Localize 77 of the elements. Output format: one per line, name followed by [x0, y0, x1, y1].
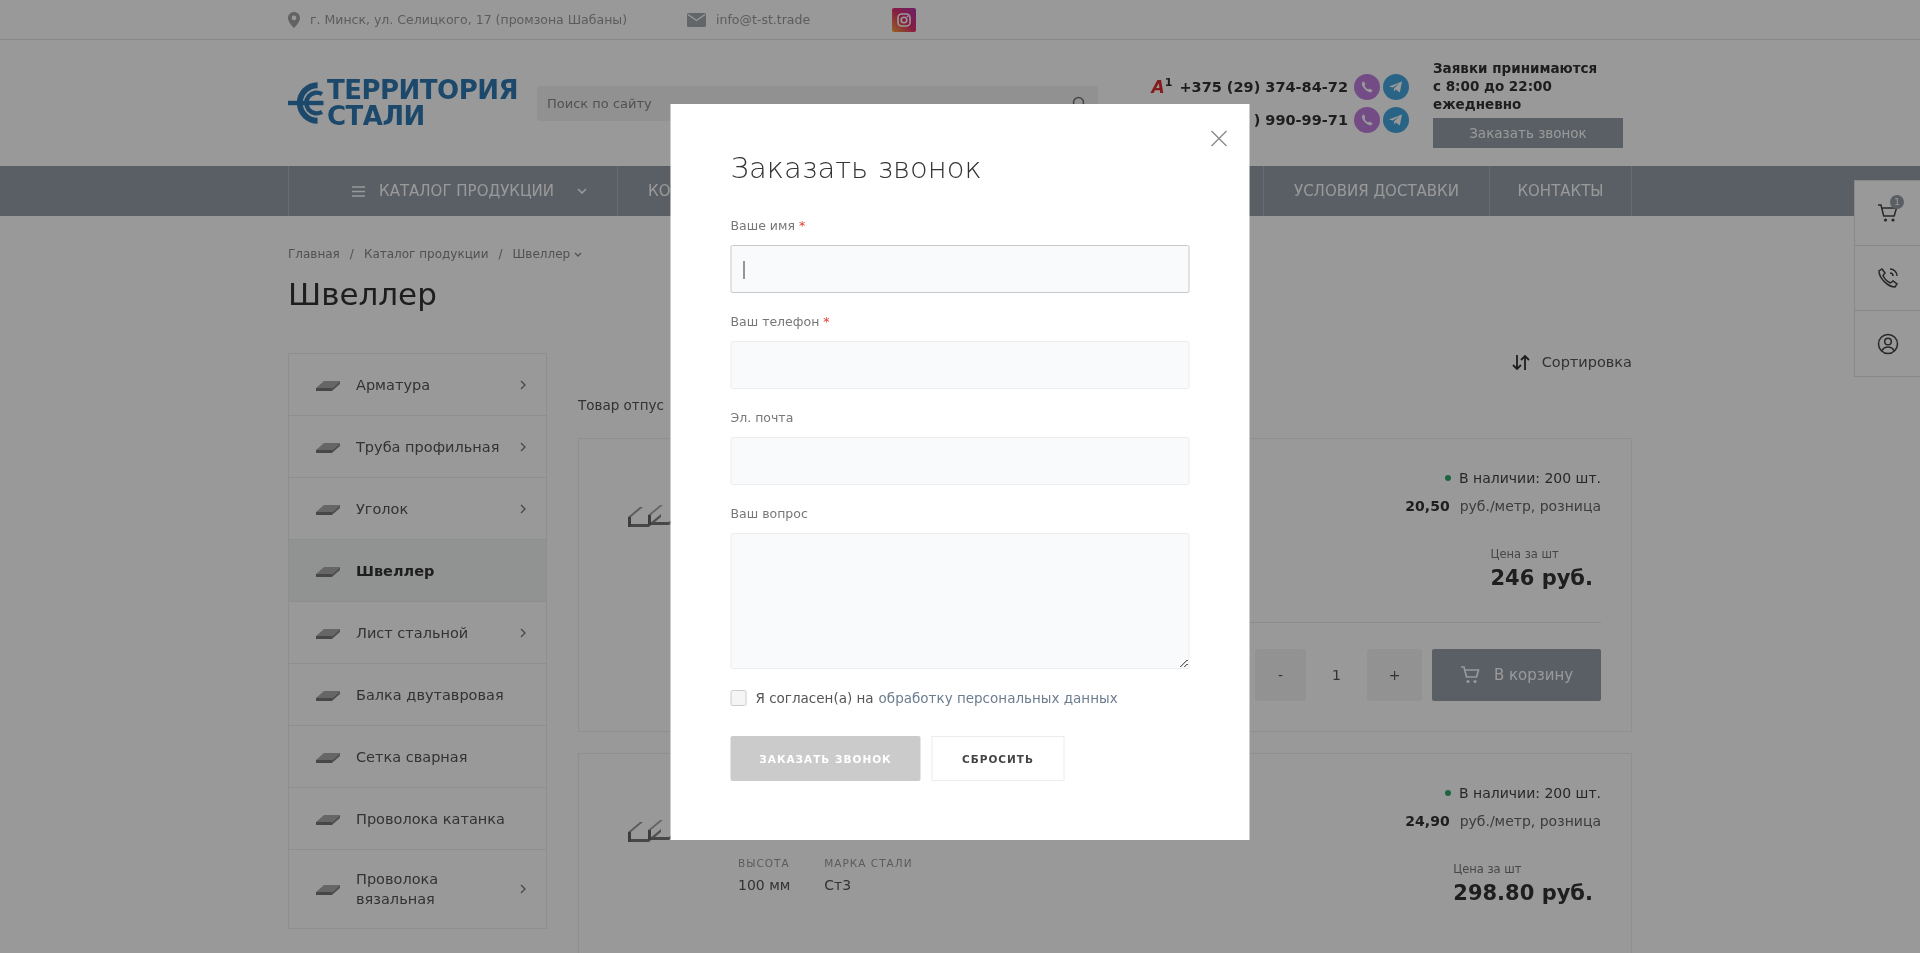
- required-mark: *: [823, 313, 830, 331]
- price-label: Цена за шт: [1490, 546, 1560, 562]
- chevron-down-icon: [577, 188, 587, 194]
- quantity-value[interactable]: 1: [1306, 667, 1367, 683]
- menu-icon: [352, 185, 365, 197]
- site-logo[interactable]: ТЕРРИТОРИЯ СТАЛИ: [288, 75, 518, 131]
- close-icon[interactable]: [1210, 130, 1228, 147]
- stock-text: В наличии: 200 шт.: [1458, 785, 1601, 801]
- category-item[interactable]: Лист стальной: [289, 602, 546, 664]
- cart-icon: [1876, 203, 1899, 223]
- field-label: Эл. почта: [730, 409, 794, 427]
- address-text: г. Минск, ул. Селицкого, 17 (промзона Шабаны): [310, 12, 628, 27]
- add-to-cart-button[interactable]: В корзину: [1432, 649, 1601, 701]
- category-item[interactable]: Балка двутавровая: [289, 664, 546, 726]
- nav-link[interactable]: УСЛОВИЯ ДОСТАВКИ: [1264, 166, 1490, 216]
- decrease-button[interactable]: -: [1255, 649, 1306, 701]
- spec-label: ВЫСОТА: [738, 857, 791, 869]
- viber-icon[interactable]: [1354, 106, 1380, 133]
- breadcrumb-link[interactable]: Швеллер: [512, 247, 583, 261]
- email-link[interactable]: info@t-st.trade: [716, 12, 811, 27]
- price-per-meter: 20,50: [1405, 498, 1450, 514]
- page-title: Швеллер: [288, 275, 438, 313]
- category-item[interactable]: Швеллер: [289, 540, 546, 602]
- dialog-title: Заказать звонок: [730, 150, 983, 186]
- field-label: Ваш телефон: [730, 313, 820, 331]
- stock-text: В наличии: 200 шт.: [1458, 470, 1601, 486]
- chevron-down-icon: [574, 252, 583, 257]
- telegram-icon[interactable]: [1383, 106, 1409, 133]
- consent-checkbox[interactable]: [730, 690, 747, 706]
- telegram-icon[interactable]: [1383, 73, 1409, 100]
- required-mark: *: [798, 217, 806, 235]
- nav-link[interactable]: КОНТАКТЫ: [1490, 166, 1632, 216]
- price-unit: руб./метр, розница: [1459, 813, 1601, 829]
- reset-button[interactable]: СБРОСИТЬ: [931, 736, 1065, 781]
- phone-number[interactable]: ) 990-99-71: [1253, 111, 1348, 128]
- steel-product-icon: [315, 882, 341, 896]
- price-label: Цена за шт: [1453, 861, 1523, 877]
- sort-arrows-icon: [1511, 353, 1530, 371]
- phone-icon: [1876, 267, 1899, 289]
- privacy-policy-link[interactable]: обработку персональных данных: [878, 690, 1118, 706]
- input-field[interactable]: [730, 245, 1190, 293]
- breadcrumb-separator: /: [498, 247, 503, 261]
- category-item[interactable]: Проволока катанка: [289, 788, 546, 850]
- operator-logo: A$^{1}$: [1151, 76, 1173, 97]
- catalog-menu-button[interactable]: КАТАЛОГ ПРОДУКЦИИ: [288, 166, 618, 216]
- field-label: Ваше имя: [730, 217, 795, 235]
- location-pin-icon: [288, 11, 300, 28]
- category-item[interactable]: Арматура: [289, 354, 546, 416]
- price-total: 246 руб.: [1490, 565, 1593, 592]
- field-label: Ваш вопрос: [730, 505, 808, 523]
- notice-text: Товар отпус: [578, 396, 665, 414]
- user-icon: [1876, 332, 1899, 355]
- increase-button[interactable]: +: [1367, 649, 1422, 701]
- price-per-meter: 24,90: [1405, 813, 1450, 829]
- category-item[interactable]: Сетка сварная: [289, 726, 546, 788]
- spec-value: 100 мм: [738, 877, 791, 893]
- working-hours-text: с 8:00 до 22:00: [1433, 76, 1553, 95]
- consent-text: Я согласен(а) на: [755, 690, 874, 706]
- working-hours-text: ежедневно: [1433, 94, 1523, 113]
- phone-number[interactable]: +375 (29) 374-84-72: [1179, 78, 1348, 95]
- cart-count-badge: 1: [1890, 195, 1904, 209]
- mail-icon: [687, 12, 707, 27]
- spec-label: МАРКА СТАЛИ: [824, 857, 913, 869]
- breadcrumb-link[interactable]: Главная: [288, 247, 340, 261]
- viber-icon[interactable]: [1354, 73, 1380, 100]
- sort-button[interactable]: Сортировка: [578, 350, 1632, 374]
- spec-value: Ст3: [824, 877, 853, 893]
- cart-icon: [1459, 666, 1480, 684]
- price-total: 298.80 руб.: [1453, 880, 1593, 907]
- category-item[interactable]: Труба профильная: [289, 416, 546, 478]
- working-hours-text: Заявки принимаются: [1433, 58, 1599, 77]
- breadcrumb-link[interactable]: Каталог продукции: [363, 247, 489, 261]
- callback-button[interactable]: Заказать звонок: [1433, 117, 1623, 148]
- instagram-icon[interactable]: [892, 7, 917, 32]
- category-item[interactable]: Проволока вязальная: [289, 850, 546, 928]
- price-unit: руб./метр, розница: [1459, 498, 1601, 514]
- breadcrumb-separator: /: [349, 247, 354, 261]
